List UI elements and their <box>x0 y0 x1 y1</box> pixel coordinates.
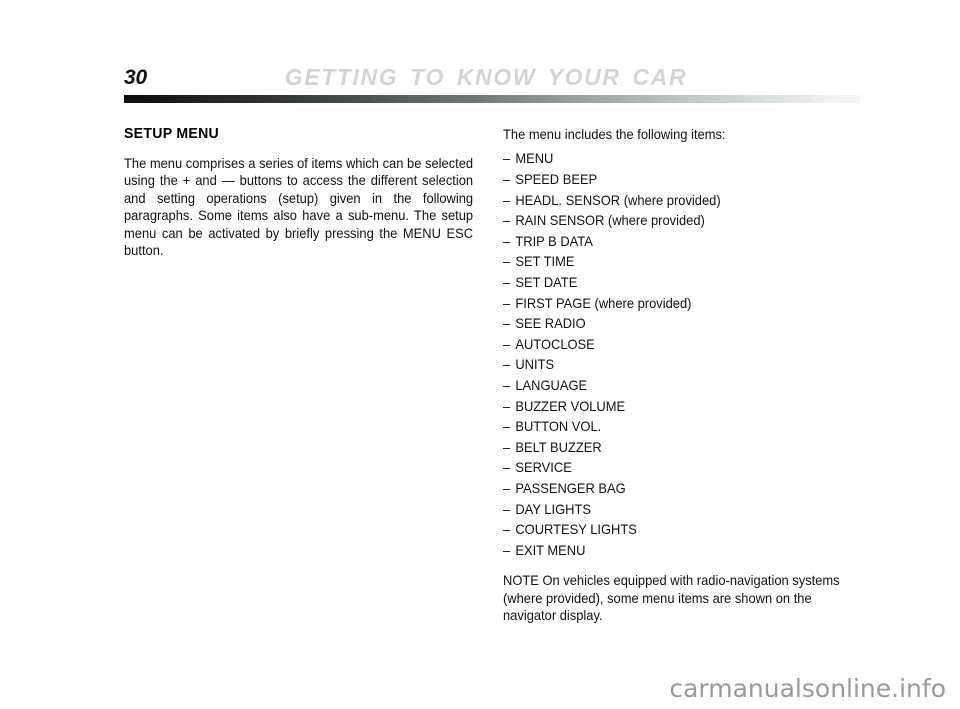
menu-item-label: LANGUAGE <box>515 377 588 393</box>
list-dash-marker: – <box>503 274 511 290</box>
menu-item-label: MENU <box>515 151 554 167</box>
setup-menu-description: The menu comprises a series of items whi… <box>124 156 474 259</box>
list-dash-marker: – <box>503 254 511 270</box>
menu-list-item: – PASSENGER BAG <box>503 479 846 500</box>
menu-list-item: – RAIN SENSOR (where provided) <box>503 211 846 232</box>
list-dash-marker: – <box>503 522 511 538</box>
menu-list-item: – SET TIME <box>503 252 846 273</box>
list-dash-marker: – <box>503 233 511 249</box>
menu-list-item: – UNITS <box>503 355 846 376</box>
list-dash-marker: – <box>503 172 511 187</box>
list-dash-marker: – <box>503 336 511 352</box>
list-dash-marker: – <box>503 398 511 414</box>
list-dash-marker: – <box>503 295 511 311</box>
menu-item-label: SPEED BEEP <box>515 172 598 187</box>
menu-item-label: COURTESY LIGHTS <box>515 522 637 538</box>
list-dash-marker: – <box>503 151 511 167</box>
menu-item-label: DAY LIGHTS <box>515 501 591 517</box>
menu-item-label: PASSENGER BAG <box>515 480 626 496</box>
menu-item-label: BELT BUZZER <box>515 439 602 455</box>
left-column: SETUP MENU The menu comprises a series o… <box>124 126 474 259</box>
menu-item-label: SERVICE <box>515 460 572 476</box>
menu-list-item: – AUTOCLOSE <box>503 335 846 356</box>
menu-list-item: – HEADL. SENSOR (where provided) <box>503 191 846 212</box>
header-divider-rule <box>124 95 860 103</box>
menu-item-label: BUTTON VOL. <box>515 419 602 435</box>
menu-list-item: – BUTTON VOL. <box>503 417 846 438</box>
list-dash-marker: – <box>503 419 511 435</box>
menu-list-item: – MENU <box>503 149 846 170</box>
menu-list-item: – EXIT MENU <box>503 541 846 562</box>
list-dash-marker: – <box>503 460 511 476</box>
page-title: GETTING TO KNOW YOUR CAR <box>284 64 688 90</box>
section-heading-setup-menu: SETUP MENU <box>124 125 220 142</box>
menu-item-label: RAIN SENSOR <box>515 213 605 229</box>
menu-item-label: TRIP B DATA <box>515 233 593 249</box>
list-dash-marker: – <box>503 213 511 229</box>
menu-item-label: SET TIME <box>515 254 575 270</box>
menu-list-item: – COURTESY LIGHTS <box>503 520 846 541</box>
menu-item-label: SEE RADIO <box>515 316 586 332</box>
menu-list-item: – SEE RADIO <box>503 314 846 335</box>
list-dash-marker: – <box>503 357 511 373</box>
list-dash-marker: – <box>503 439 511 455</box>
menu-item-label: BUZZER VOLUME <box>515 398 626 414</box>
menu-item-list: – MENU – SPEED BEEP – HEADL. SENSOR (where pr… <box>503 149 864 561</box>
menu-list-item: – BUZZER VOLUME <box>503 397 846 418</box>
menu-list-item: – SET DATE <box>503 273 846 294</box>
menu-item-label: UNITS <box>515 357 555 373</box>
menu-item-availability-note: (where provided) <box>620 192 721 208</box>
menu-item-availability-note: (where provided) <box>604 213 705 229</box>
menu-list-item: – LANGUAGE <box>503 376 846 397</box>
menu-list-item: – SPEED BEEP <box>503 170 846 191</box>
menu-list-item: – SERVICE <box>503 458 846 479</box>
list-dash-marker: – <box>503 542 511 558</box>
page-header: 30 GETTING TO KNOW YOUR CAR <box>124 62 860 96</box>
list-dash-marker: – <box>503 192 511 208</box>
menu-list-item: – FIRST PAGE (where provided) <box>503 294 846 315</box>
menu-list-item: – BELT BUZZER <box>503 438 846 459</box>
list-dash-marker: – <box>503 377 511 393</box>
right-column: The menu includes the following items: –… <box>503 126 864 625</box>
menu-item-label: AUTOCLOSE <box>515 336 595 352</box>
manual-page: 30 GETTING TO KNOW YOUR CAR SETUP MENU T… <box>0 0 960 709</box>
menu-list-item: – DAY LIGHTS <box>503 500 846 521</box>
menu-item-label: FIRST PAGE <box>515 295 591 311</box>
navigator-display-note: NOTE On vehicles equipped with radio-nav… <box>503 573 840 624</box>
menu-item-label: EXIT MENU <box>515 542 586 558</box>
menu-items-intro: The menu includes the following items: <box>503 127 726 142</box>
site-watermark: carmanualsonline.info <box>669 674 946 703</box>
menu-list-item: – TRIP B DATA <box>503 232 846 253</box>
menu-item-label: SET DATE <box>515 274 578 290</box>
list-dash-marker: – <box>503 501 511 517</box>
list-dash-marker: – <box>503 316 511 332</box>
list-dash-marker: – <box>503 480 511 496</box>
menu-item-label: HEADL. SENSOR <box>515 192 621 208</box>
menu-item-availability-note: (where provided) <box>590 295 692 311</box>
